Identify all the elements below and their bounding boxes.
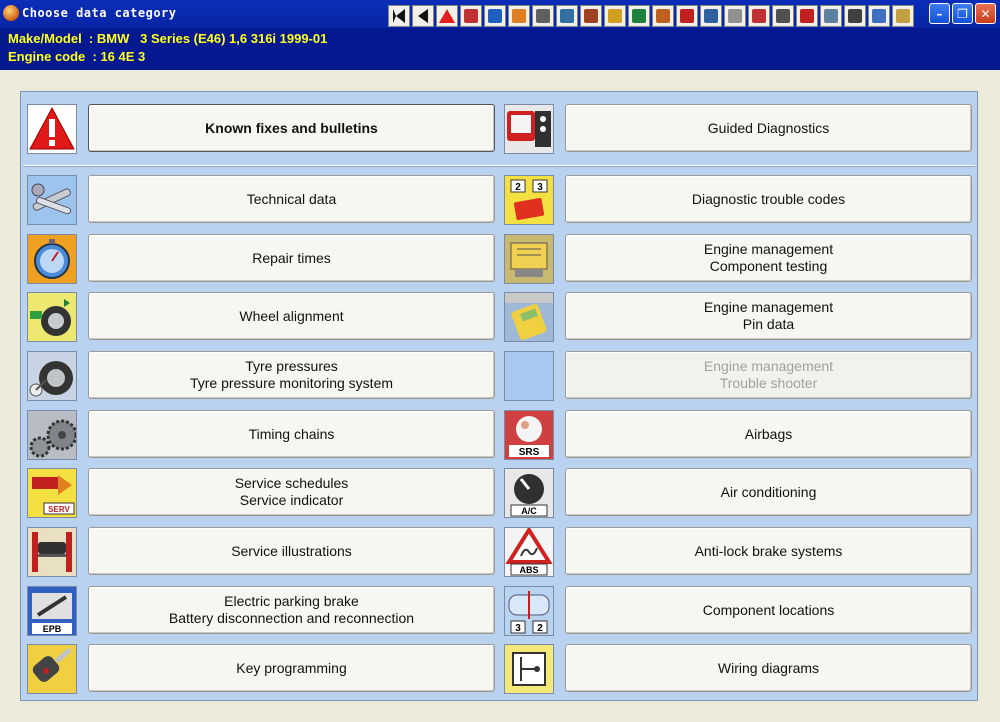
timing-chains-button[interactable]: Timing chains xyxy=(88,410,495,458)
tech-data-icon[interactable] xyxy=(460,5,482,27)
srs-icon: SRS xyxy=(504,410,554,460)
multimeter-icon xyxy=(504,292,554,342)
tools-icon xyxy=(27,175,77,225)
technical-data-button[interactable]: Technical data xyxy=(88,175,495,223)
title-bar: Choose data category – ❐ ✕ xyxy=(0,0,1000,28)
anti-lock-brake-systems-button[interactable]: Anti-lock brake systems xyxy=(565,527,972,575)
car-lift-icon xyxy=(27,527,77,577)
wiring-diagram-icon xyxy=(504,644,554,694)
tyre-icon[interactable] xyxy=(556,5,578,27)
svg-text:2: 2 xyxy=(515,182,521,193)
service-illustrations-button[interactable]: Service illustrations xyxy=(88,527,495,575)
engine-management-pin-data-button[interactable]: Engine management Pin data xyxy=(565,292,972,340)
repair-times-button[interactable]: Repair times xyxy=(88,234,495,282)
vehicle-info: Make/Model : BMW 3 Series (E46) 1,6 316i… xyxy=(0,28,1000,70)
first-page-icon[interactable] xyxy=(388,5,410,27)
abs-icon[interactable] xyxy=(796,5,818,27)
category-panel: Known fixes and bulletins Technical data R… xyxy=(20,91,978,701)
wheel-alignment-button[interactable]: Wheel alignment xyxy=(88,292,495,340)
repair-times-icon[interactable] xyxy=(508,5,530,27)
air-conditioning-button[interactable]: Air conditioning xyxy=(565,468,972,516)
svg-text:3: 3 xyxy=(537,182,543,193)
wheel-alignment-icon xyxy=(27,292,77,342)
car-icon[interactable] xyxy=(868,5,890,27)
svg-text:2: 2 xyxy=(537,623,543,634)
abs-icon: ABS xyxy=(504,527,554,577)
component-locations-button[interactable]: Component locations xyxy=(565,586,972,634)
timing-chain-icon xyxy=(27,410,77,460)
warning-icon xyxy=(27,104,77,154)
service-indicator-icon: SERV xyxy=(27,468,77,518)
ac-knob-icon: A/C xyxy=(504,468,554,518)
engine-management-component-testing-button[interactable]: Engine management Component testing xyxy=(565,234,972,282)
info-icon[interactable] xyxy=(892,5,914,27)
wiring-diagrams-button[interactable]: Wiring diagrams xyxy=(565,644,972,692)
timing-icon[interactable] xyxy=(580,5,602,27)
toolbar xyxy=(388,5,914,27)
window-controls: – ❐ ✕ xyxy=(929,3,996,24)
window-title: Choose data category xyxy=(22,6,177,20)
component-location-icon: 32 xyxy=(504,586,554,636)
engine-management-trouble-shooter-button: Engine management Trouble shooter xyxy=(565,351,972,399)
tyre-pressures-tyre-pressure-monitoring-system-button[interactable]: Tyre pressures Tyre pressure monitoring … xyxy=(88,351,495,399)
minimize-icon[interactable]: – xyxy=(929,3,950,24)
svg-text:SERV: SERV xyxy=(48,505,70,514)
close-icon[interactable]: ✕ xyxy=(975,3,996,24)
trouble-icon[interactable] xyxy=(724,5,746,27)
wrench-icon[interactable] xyxy=(484,5,506,27)
lift-icon[interactable] xyxy=(628,5,650,27)
pin-data-icon[interactable] xyxy=(700,5,722,27)
separator xyxy=(23,165,975,167)
epb-icon: EPB xyxy=(27,586,77,636)
engine-code-text: Engine code : 16 4E 3 xyxy=(8,49,146,64)
ecu-icon[interactable] xyxy=(652,5,674,27)
svg-text:ABS: ABS xyxy=(519,565,538,575)
diagnostic-trouble-codes-button[interactable]: Diagnostic trouble codes xyxy=(565,175,972,223)
service-icon[interactable] xyxy=(604,5,626,27)
ecu-icon xyxy=(504,234,554,284)
key-programming-button[interactable]: Key programming xyxy=(88,644,495,692)
known-fixes-and-bulletins-button[interactable]: Known fixes and bulletins xyxy=(88,104,495,152)
svg-text:EPB: EPB xyxy=(43,624,62,634)
maximize-icon[interactable]: ❐ xyxy=(952,3,973,24)
diagnostic-tool-icon xyxy=(504,104,554,154)
back-icon[interactable] xyxy=(412,5,434,27)
svg-text:A/C: A/C xyxy=(521,506,537,516)
components-icon[interactable] xyxy=(820,5,842,27)
blank-icon xyxy=(504,351,554,401)
app-icon xyxy=(3,5,19,21)
engine-icon[interactable] xyxy=(676,5,698,27)
svg-text:SRS: SRS xyxy=(519,447,540,458)
warning-icon[interactable] xyxy=(436,5,458,27)
ac-icon[interactable] xyxy=(772,5,794,27)
tyre-gauge-icon xyxy=(27,351,77,401)
wiring-icon[interactable] xyxy=(844,5,866,27)
electric-parking-brake-battery-disconnection-and-reconnection-button[interactable]: Electric parking brake Battery disconnec… xyxy=(88,586,495,634)
svg-text:3: 3 xyxy=(515,623,521,634)
guided-diagnostics-button[interactable]: Guided Diagnostics xyxy=(565,104,972,152)
make-model-text: Make/Model : BMW 3 Series (E46) 1,6 316i… xyxy=(8,31,328,46)
service-schedules-service-indicator-button[interactable]: Service schedules Service indicator xyxy=(88,468,495,516)
car-key-icon xyxy=(27,644,77,694)
stopwatch-icon xyxy=(27,234,77,284)
wheel-icon[interactable] xyxy=(532,5,554,27)
srs-icon[interactable] xyxy=(748,5,770,27)
airbags-button[interactable]: Airbags xyxy=(565,410,972,458)
trouble-codes-icon: 23 xyxy=(504,175,554,225)
